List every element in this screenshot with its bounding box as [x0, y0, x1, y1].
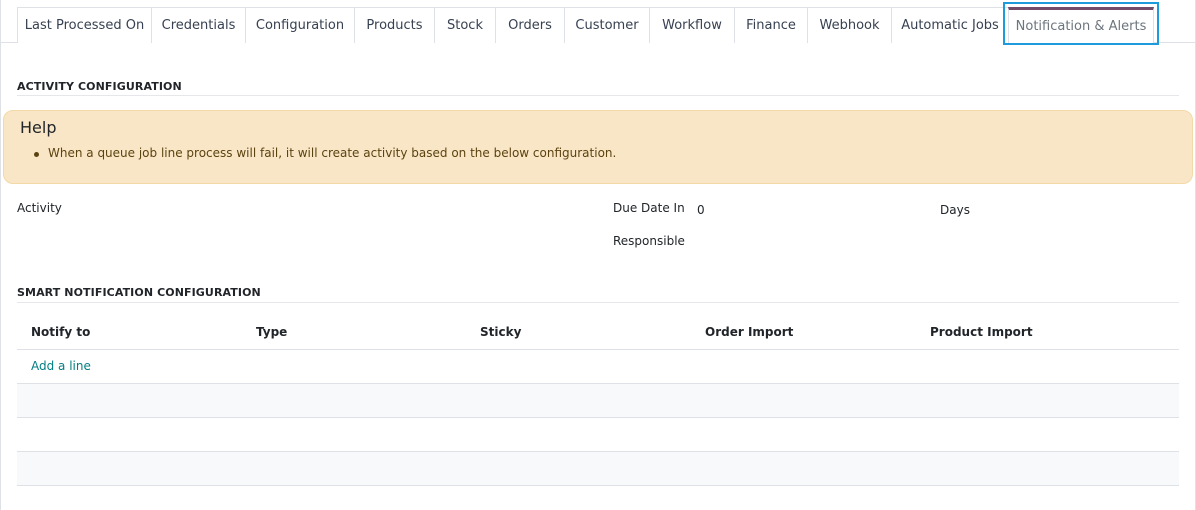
smart-section-divider: [17, 302, 1179, 303]
activity-section-divider: [17, 95, 1179, 96]
help-title: Help: [20, 118, 57, 137]
due-date-input[interactable]: 0: [697, 203, 705, 217]
tab-notification-alerts[interactable]: Notification & Alerts: [1008, 7, 1154, 43]
activity-section-title: ACTIVITY CONFIGURATION: [17, 80, 182, 93]
tab-stock[interactable]: Stock: [434, 7, 495, 43]
table-row: Add a line: [17, 350, 1179, 384]
tab-workflow[interactable]: Workflow: [649, 7, 734, 43]
tab-products[interactable]: Products: [354, 7, 434, 43]
activity-label: Activity: [17, 201, 62, 215]
help-text: When a queue job line process will fail,…: [48, 146, 617, 160]
add-line-link[interactable]: Add a line: [31, 359, 91, 373]
column-notify-to[interactable]: Notify to: [31, 325, 90, 339]
responsible-label: Responsible: [613, 234, 685, 248]
table-header: Notify to Type Sticky Order Import Produ…: [17, 316, 1179, 350]
table-row: [17, 452, 1179, 486]
tab-finance[interactable]: Finance: [734, 7, 807, 43]
due-date-label: Due Date In: [613, 201, 685, 215]
due-date-unit: Days: [940, 203, 970, 217]
column-type[interactable]: Type: [256, 325, 287, 339]
tab-credentials[interactable]: Credentials: [151, 7, 245, 43]
smart-section-title: SMART NOTIFICATION CONFIGURATION: [17, 286, 261, 299]
tab-automatic-jobs[interactable]: Automatic Jobs: [891, 7, 1008, 43]
bullet-icon: [34, 152, 39, 157]
help-alert: Help When a queue job line process will …: [3, 110, 1193, 184]
table-row: [17, 418, 1179, 452]
table-row: [17, 384, 1179, 418]
column-order-import[interactable]: Order Import: [705, 325, 793, 339]
column-product-import[interactable]: Product Import: [930, 325, 1033, 339]
tab-customer[interactable]: Customer: [564, 7, 649, 43]
column-sticky[interactable]: Sticky: [480, 325, 521, 339]
notebook-tabs: Last Processed On Credentials Configurat…: [0, 0, 1196, 43]
tab-configuration[interactable]: Configuration: [245, 7, 354, 43]
tab-last-processed-on[interactable]: Last Processed On: [17, 7, 151, 43]
tab-webhook[interactable]: Webhook: [807, 7, 891, 43]
tab-orders[interactable]: Orders: [495, 7, 564, 43]
